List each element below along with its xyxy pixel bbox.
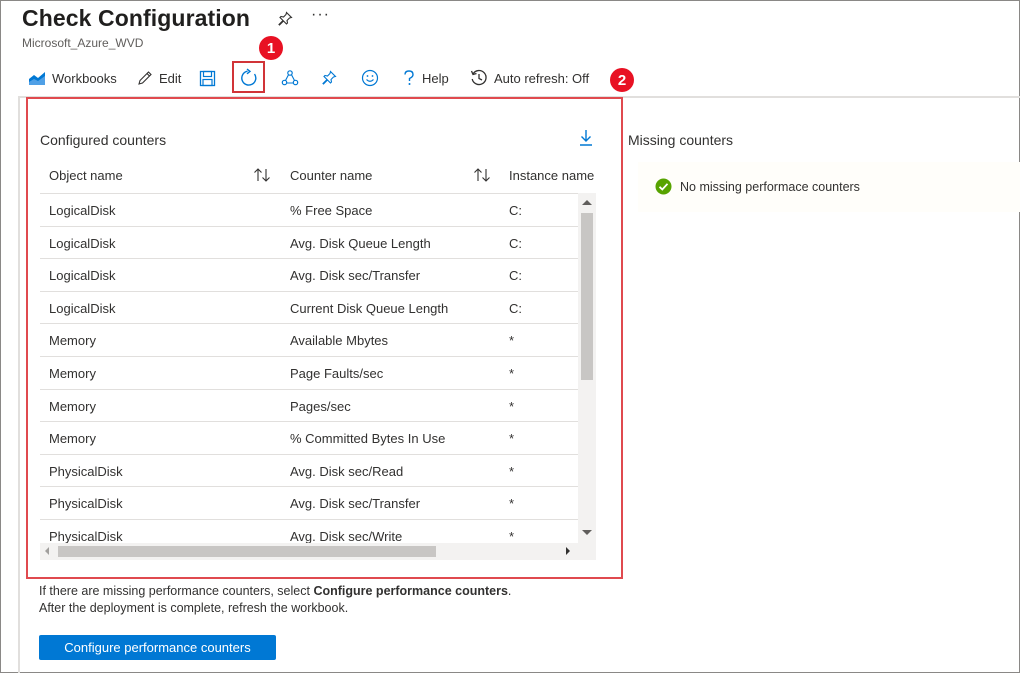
auto-refresh-button[interactable]: Auto refresh: Off xyxy=(470,62,589,94)
auto-refresh-icon xyxy=(470,69,487,86)
edit-label: Edit xyxy=(159,70,182,86)
missing-status-text: No missing performace counters xyxy=(680,179,860,194)
save-icon xyxy=(199,70,216,86)
callout-badge-2: 2 xyxy=(610,68,634,92)
save-button[interactable] xyxy=(199,62,216,94)
edit-icon xyxy=(138,71,152,85)
success-check-icon xyxy=(655,178,672,195)
refresh-highlight-box xyxy=(232,61,265,93)
instructions-suffix: . xyxy=(507,584,512,598)
callout-badge-1: 1 xyxy=(259,36,283,60)
page-title: Check Configuration xyxy=(22,5,251,31)
left-gutter xyxy=(18,96,20,673)
instructions-line-1: If there are missing performance counter… xyxy=(39,583,511,600)
workbooks-label: Workbooks xyxy=(52,70,117,86)
toolbar: Workbooks Edit Help Auto refresh: Off xyxy=(0,62,1020,94)
instructions-bold: Configure performance counters xyxy=(313,584,508,598)
pin-dashboard-button[interactable] xyxy=(321,62,337,94)
instructions-line-2: After the deployment is complete, refres… xyxy=(39,601,349,615)
help-button[interactable]: Help xyxy=(402,62,449,94)
instructions-prefix: If there are missing performance counter… xyxy=(39,584,314,598)
workbooks-icon xyxy=(29,72,45,85)
feedback-button[interactable] xyxy=(361,62,379,94)
help-label: Help xyxy=(422,70,449,86)
share-button[interactable] xyxy=(281,62,299,94)
page-subtitle: Microsoft_Azure_WVD xyxy=(22,36,144,50)
share-icon xyxy=(281,70,299,86)
configured-counters-highlight-box xyxy=(26,97,623,579)
configure-performance-counters-button[interactable]: Configure performance counters xyxy=(39,635,276,660)
pin-icon xyxy=(322,70,337,85)
auto-refresh-label: Auto refresh: Off xyxy=(494,70,590,86)
instructions-text: If there are missing performance counter… xyxy=(39,583,511,617)
edit-button[interactable]: Edit xyxy=(137,62,181,94)
feedback-icon xyxy=(361,69,379,87)
workbooks-button[interactable]: Workbooks xyxy=(28,62,117,94)
help-icon xyxy=(404,70,414,85)
missing-status: No missing performace counters xyxy=(655,178,860,195)
more-options-button[interactable]: ··· xyxy=(311,6,330,24)
pin-icon[interactable] xyxy=(277,11,293,27)
missing-counters-title: Missing counters xyxy=(628,132,734,148)
